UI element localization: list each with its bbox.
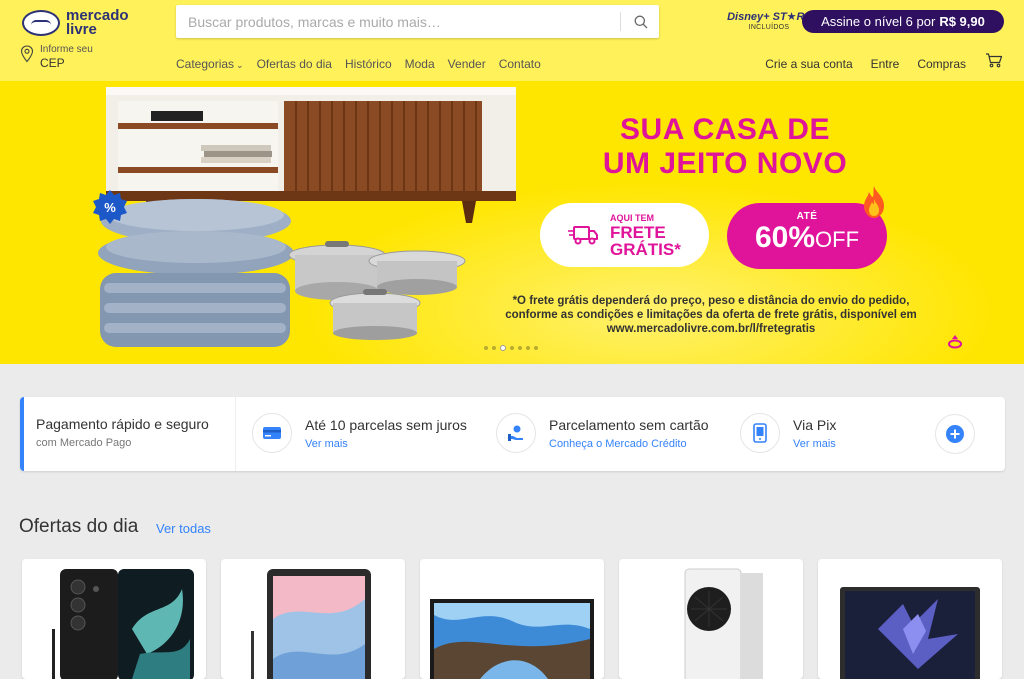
- nav-categorias-label: Categorias: [176, 57, 235, 71]
- pix-link[interactable]: Ver mais: [793, 438, 836, 450]
- off-value: 60%: [754, 221, 816, 254]
- headline-line1: SUA CASA DE: [620, 113, 830, 146]
- logo-text: mercado livre: [66, 8, 129, 38]
- search-bar: [176, 5, 659, 38]
- banner-headline: SUA CASA DE UM JEITO NOVO: [580, 113, 870, 181]
- installments-link[interactable]: Ver mais: [305, 438, 467, 450]
- create-account-link[interactable]: Crie a sua conta: [765, 57, 852, 71]
- payment-secure-item[interactable]: Pagamento rápido e seguro com Mercado Pa…: [20, 397, 235, 471]
- location-pin-icon: [20, 45, 34, 63]
- more-payments-button[interactable]: [935, 414, 975, 454]
- header: mercado livre Disney+ ST★R+ INCLUÍDOS As…: [0, 0, 1024, 81]
- smartphone-image: [52, 569, 194, 679]
- user-nav: Crie a sua conta Entre Compras: [765, 57, 966, 71]
- nav-categorias[interactable]: Categorias ⌄: [176, 57, 244, 71]
- carousel-dot[interactable]: [518, 346, 522, 350]
- headline-line2-a: UM: [602, 147, 660, 180]
- offer-card-tablet[interactable]: [221, 559, 405, 679]
- payment-pix-item[interactable]: Via Pix Ver mais: [740, 413, 836, 457]
- off-big-text: 60%OFF: [727, 222, 887, 256]
- accessibility-icon[interactable]: [947, 333, 963, 349]
- tablet-image: [251, 569, 371, 679]
- carousel-dot[interactable]: [526, 346, 530, 350]
- disney-logo-text: Disney+ ST★R+: [727, 11, 811, 23]
- headline-line2-b: JEITO NOVO: [659, 147, 848, 180]
- hand-coin-icon: [508, 425, 523, 441]
- carousel-dot[interactable]: [534, 346, 538, 350]
- cep-small-label: Informe seu: [40, 44, 93, 55]
- hero-banner[interactable]: % SUA CASA DE UM JEITO NOVO AQUI TEM FRE…: [0, 81, 1024, 364]
- card-icon: [263, 427, 281, 439]
- frete-line2: GRÁTIS*: [610, 239, 681, 259]
- headline-line2: UM JEITO NOVO: [580, 147, 870, 181]
- tv-image: [430, 599, 594, 679]
- divider: [235, 397, 236, 471]
- payment-methods-strip: Pagamento rápido e seguro com Mercado Pa…: [20, 397, 1005, 471]
- payment-secure-sub: com Mercado Pago: [36, 437, 132, 449]
- offer-card-console[interactable]: [619, 559, 803, 679]
- plus-circle-icon: [946, 425, 964, 443]
- offer-card-tv[interactable]: [420, 559, 604, 679]
- off-label: OFF: [815, 227, 860, 252]
- discount-badge-text: %: [104, 200, 116, 215]
- offers-title: Ofertas do dia: [19, 516, 139, 537]
- discount-badge-icon: %: [93, 190, 127, 224]
- subscribe-label: Assine o nível 6 por: [821, 14, 936, 29]
- card-icon-circle: [252, 413, 292, 453]
- logo-line2: livre: [66, 21, 97, 38]
- disney-sub-text: INCLUÍDOS: [748, 24, 790, 31]
- offers-see-all-link[interactable]: Ver todas: [156, 521, 211, 536]
- subscribe-price: R$ 9,90: [939, 14, 985, 29]
- payment-secure-title: Pagamento rápido e seguro: [36, 416, 209, 432]
- search-divider: [620, 12, 621, 31]
- disney-star-plus-logo[interactable]: Disney+ ST★R+ INCLUÍDOS: [724, 10, 814, 36]
- login-link[interactable]: Entre: [871, 57, 900, 71]
- carousel-dot-active[interactable]: [500, 345, 506, 351]
- installments-title: Até 10 parcelas sem juros: [305, 417, 467, 433]
- search-input[interactable]: [176, 5, 616, 38]
- carousel-dot[interactable]: [484, 346, 488, 350]
- notebook-image: [840, 587, 980, 679]
- pix-title: Via Pix: [793, 417, 837, 433]
- carousel-dot[interactable]: [510, 346, 514, 350]
- nav-moda[interactable]: Moda: [405, 57, 435, 71]
- nav-historico[interactable]: Histórico: [345, 57, 392, 71]
- free-shipping-pill: AQUI TEM FRETE GRÁTIS*: [540, 203, 709, 267]
- nav-vender[interactable]: Vender: [448, 57, 486, 71]
- payment-installments-item[interactable]: Até 10 parcelas sem juros Ver mais: [252, 413, 467, 457]
- main-nav: Categorias ⌄ Ofertas do dia Histórico Mod…: [176, 57, 541, 71]
- console-image: [684, 568, 763, 679]
- nav-contato[interactable]: Contato: [499, 57, 541, 71]
- mercado-livre-logo[interactable]: mercado livre: [22, 6, 137, 40]
- handshake-icon: [22, 10, 60, 36]
- cookware-image: [288, 241, 466, 340]
- search-button[interactable]: [622, 5, 659, 38]
- purchases-link[interactable]: Compras: [917, 57, 966, 71]
- payment-credit-item[interactable]: Parcelamento sem cartão Conheça o Mercad…: [496, 413, 709, 457]
- cart-icon[interactable]: [985, 52, 1003, 68]
- banner-disclaimer: *O frete grátis dependerá do preço, peso…: [505, 295, 917, 335]
- offer-card-smartphone[interactable]: [22, 559, 206, 679]
- nav-ofertas-do-dia[interactable]: Ofertas do dia: [257, 57, 332, 71]
- subscribe-button[interactable]: Assine o nível 6 por R$ 9,90: [802, 10, 1004, 33]
- frete-line1: FRETE: [610, 222, 666, 242]
- truck-icon: [568, 226, 598, 245]
- carousel-dots: [484, 345, 538, 351]
- flame-icon: [864, 186, 884, 218]
- chevron-down-icon: ⌄: [236, 60, 244, 70]
- credit-title: Parcelamento sem cartão: [549, 417, 709, 433]
- search-icon: [634, 15, 647, 28]
- frete-small-text: AQUI TEM: [610, 212, 654, 223]
- phone-pix-icon: [753, 423, 767, 443]
- cep-selector[interactable]: Informe seu CEP: [20, 44, 110, 70]
- offer-card-notebook[interactable]: [818, 559, 1002, 679]
- credit-link[interactable]: Conheça o Mercado Crédito: [549, 438, 709, 450]
- cep-label: CEP: [40, 56, 65, 70]
- phone-pix-icon-circle: [740, 413, 780, 453]
- hand-coin-icon-circle: [496, 413, 536, 453]
- carousel-dot[interactable]: [492, 346, 496, 350]
